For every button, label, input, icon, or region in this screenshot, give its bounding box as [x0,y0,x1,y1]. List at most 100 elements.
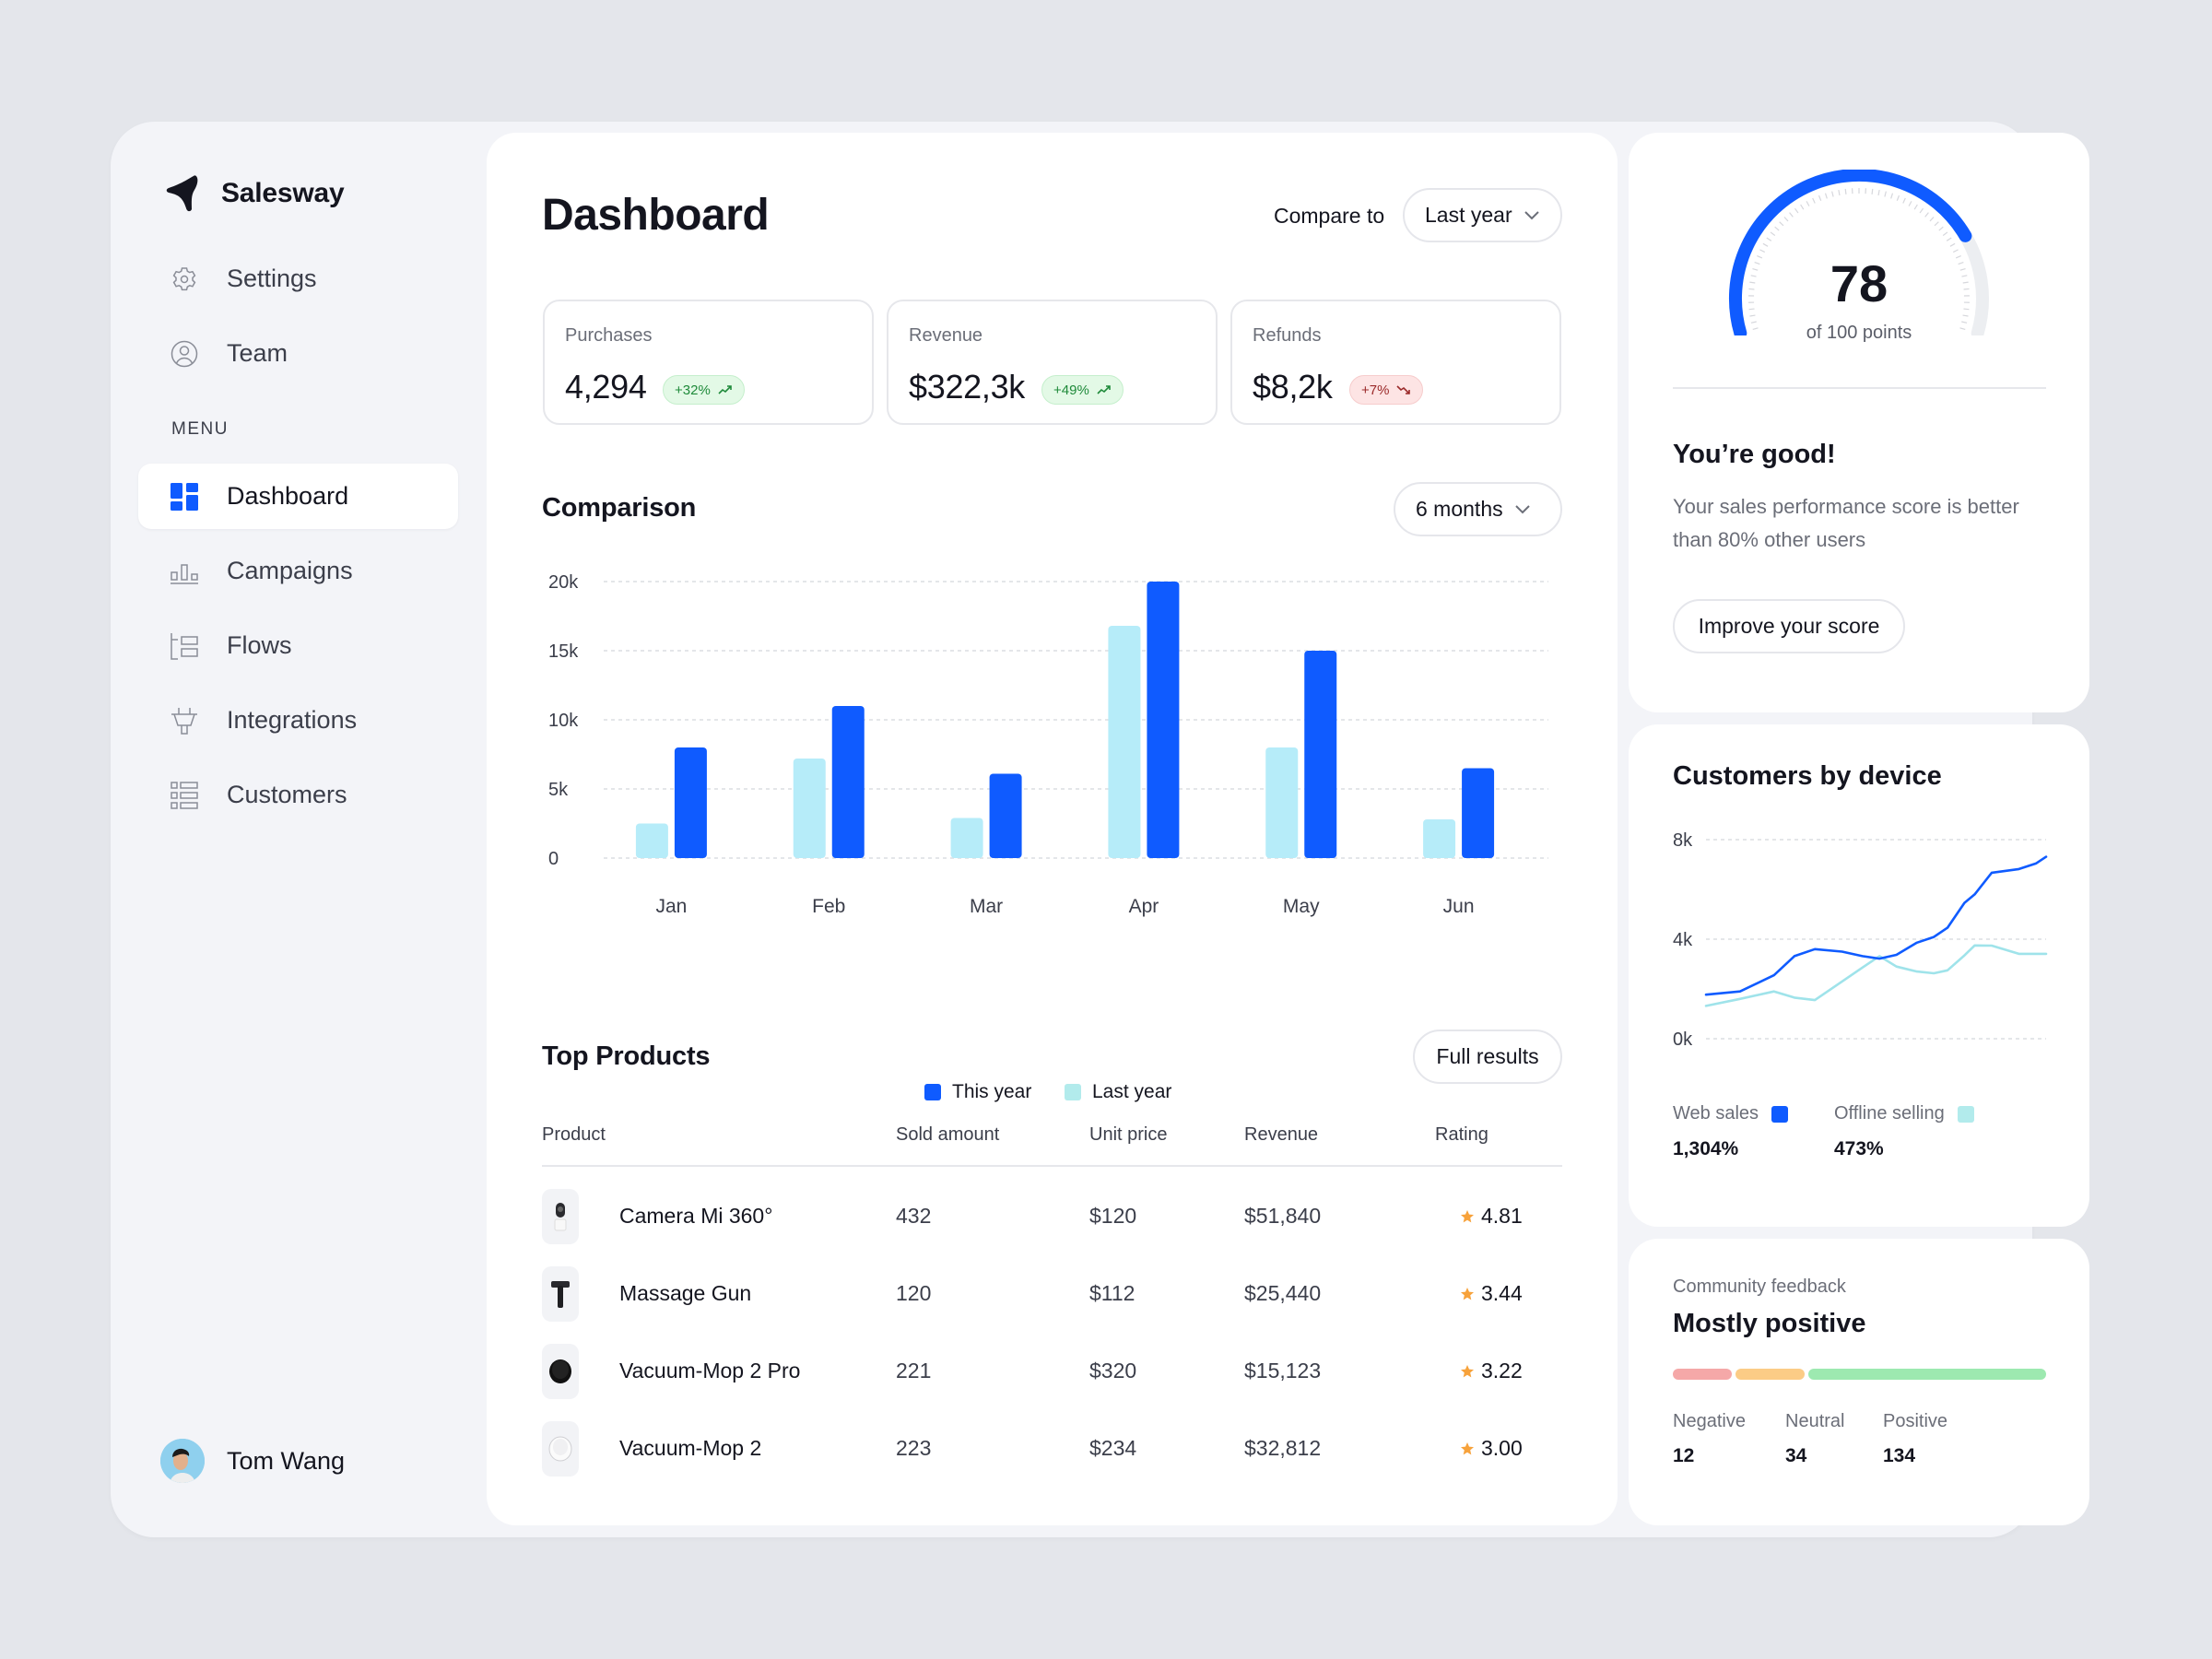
improve-score-button[interactable]: Improve your score [1673,599,1905,653]
sidebar-item-label: Team [227,339,288,367]
y-tick-label: 20k [548,572,579,593]
column-header-rating[interactable]: Rating [1435,1124,1488,1146]
rating: 4.81 [1461,1204,1523,1229]
gauge-tick [1806,201,1810,206]
gauge-tick [1749,314,1756,317]
y-tick-label: 5k [548,780,569,800]
y-tick-label: 15k [548,641,579,662]
x-tick-label: Feb [812,896,845,917]
feedback-bar-neutral [1735,1369,1805,1380]
bar-this-year [989,773,1022,858]
brand-name: Salesway [221,178,345,208]
sidebar-item-label: Flows [227,631,292,659]
table-row[interactable]: Camera Mi 360° 432 $120 $51,840 4.81 [542,1189,1562,1244]
table-row[interactable]: Vacuum-Mop 2 Pro 221 $320 $15,123 3.22 [542,1344,1562,1399]
bar-this-year [1147,582,1180,858]
x-tick-label: Mar [970,896,1003,917]
bar-this-year [831,706,865,858]
gauge-tick [1774,226,1780,231]
star-icon [1461,1287,1474,1300]
gauge-tick [1877,189,1880,196]
gauge-tick [1934,221,1939,227]
gauge-tick [1929,217,1935,222]
gear-icon [170,265,199,294]
gauge-tick [1844,188,1847,194]
chart-legend-this-year: This year [924,1081,1031,1103]
x-tick-label: Apr [1129,896,1159,917]
full-results-button[interactable]: Full results [1413,1030,1562,1084]
table-header-divider [542,1165,1562,1167]
table-row[interactable]: Vacuum-Mop 2 223 $234 $32,812 3.00 [542,1421,1562,1477]
revenue: $25,440 [1244,1281,1322,1305]
sidebar-item-team[interactable]: Team [138,321,458,386]
gauge-tick [1890,193,1894,199]
menu-section-label: MENU [171,419,229,439]
unit-price: $234 [1089,1436,1137,1460]
feedback-label: Community feedback [1673,1277,1846,1297]
column-header-revenue[interactable]: Revenue [1244,1124,1318,1146]
sidebar-item-dashboard[interactable]: Dashboard [138,464,458,529]
gauge-tick [1838,189,1841,196]
plug-icon [170,706,199,735]
user-profile[interactable]: Tom Wang [160,1439,345,1483]
score-divider [1673,387,2046,389]
star-icon [1461,1364,1474,1377]
feedback-positive-label: Positive [1883,1411,1948,1431]
column-header-sold-amount[interactable]: Sold amount [896,1124,999,1146]
brand-logo-icon [166,175,198,212]
x-tick-label: May [1283,896,1320,917]
sidebar-item-flows[interactable]: Flows [138,613,458,678]
gauge-tick [1824,193,1828,199]
product-name: Vacuum-Mop 2 Pro [619,1359,801,1382]
sidebar-item-label: Customers [227,781,347,808]
line-web-sales [1704,855,2048,996]
gauge-tick [1902,197,1906,204]
sidebar-item-customers[interactable]: Customers [138,762,458,828]
web-sales-value: 1,304% [1673,1138,1739,1159]
gauge-tick [1766,237,1772,241]
gauge-tick [1831,191,1834,197]
column-header-unit-price[interactable]: Unit price [1089,1124,1167,1146]
user-circle-icon [170,339,199,369]
legend-label: Web sales [1673,1103,1759,1124]
sold-amount: 120 [896,1281,932,1305]
y-tick-label: 8k [1673,830,1693,851]
product-name: Camera Mi 360° [619,1204,773,1228]
unit-price: $120 [1089,1204,1137,1228]
community-feedback-card: Community feedback Mostly positive Negat… [1629,1239,2089,1525]
score-subtitle: of 100 points [1806,323,1912,343]
bar-this-year [1304,651,1337,858]
dashboard-grid-icon [170,482,199,512]
column-header-product[interactable]: Product [542,1124,606,1146]
sidebar-item-settings[interactable]: Settings [138,246,458,312]
legend-offline-selling: Offline selling [1834,1103,1974,1124]
flows-icon [170,631,199,661]
legend-label: This year [952,1081,1032,1102]
x-tick-label: Jun [1443,896,1475,917]
bar-last-year [950,818,983,858]
improve-score-label: Improve your score [1698,614,1880,638]
gauge-tick [1770,231,1776,237]
gauge-tick [1762,242,1769,247]
table-row[interactable]: Massage Gun 120 $112 $25,440 3.44 [542,1266,1562,1322]
bar-chart-icon [170,557,199,586]
user-name: Tom Wang [227,1446,346,1475]
gauge-tick [1789,212,1794,218]
rating: 3.00 [1461,1436,1523,1461]
chart-legend-last-year: Last year [1065,1081,1171,1103]
star-icon [1461,1209,1474,1222]
bar-this-year [674,747,707,858]
vacuum-black-thumbnail-icon [542,1344,579,1399]
gauge-tick [1952,249,1959,253]
sidebar-item-label: Integrations [227,706,358,734]
legend-swatch [1957,1105,1974,1123]
feedback-positive-count: 134 [1883,1445,1916,1466]
score-value: 78 [1830,254,1888,312]
legend-label: Last year [1092,1081,1172,1102]
gauge-tick [1812,197,1816,204]
sidebar-item-campaigns[interactable]: Campaigns [138,538,458,604]
sold-amount: 223 [896,1436,932,1460]
camera-thumbnail-icon [542,1189,579,1244]
sidebar-item-integrations[interactable]: Integrations [138,688,458,753]
gauge-tick [1949,242,1956,247]
